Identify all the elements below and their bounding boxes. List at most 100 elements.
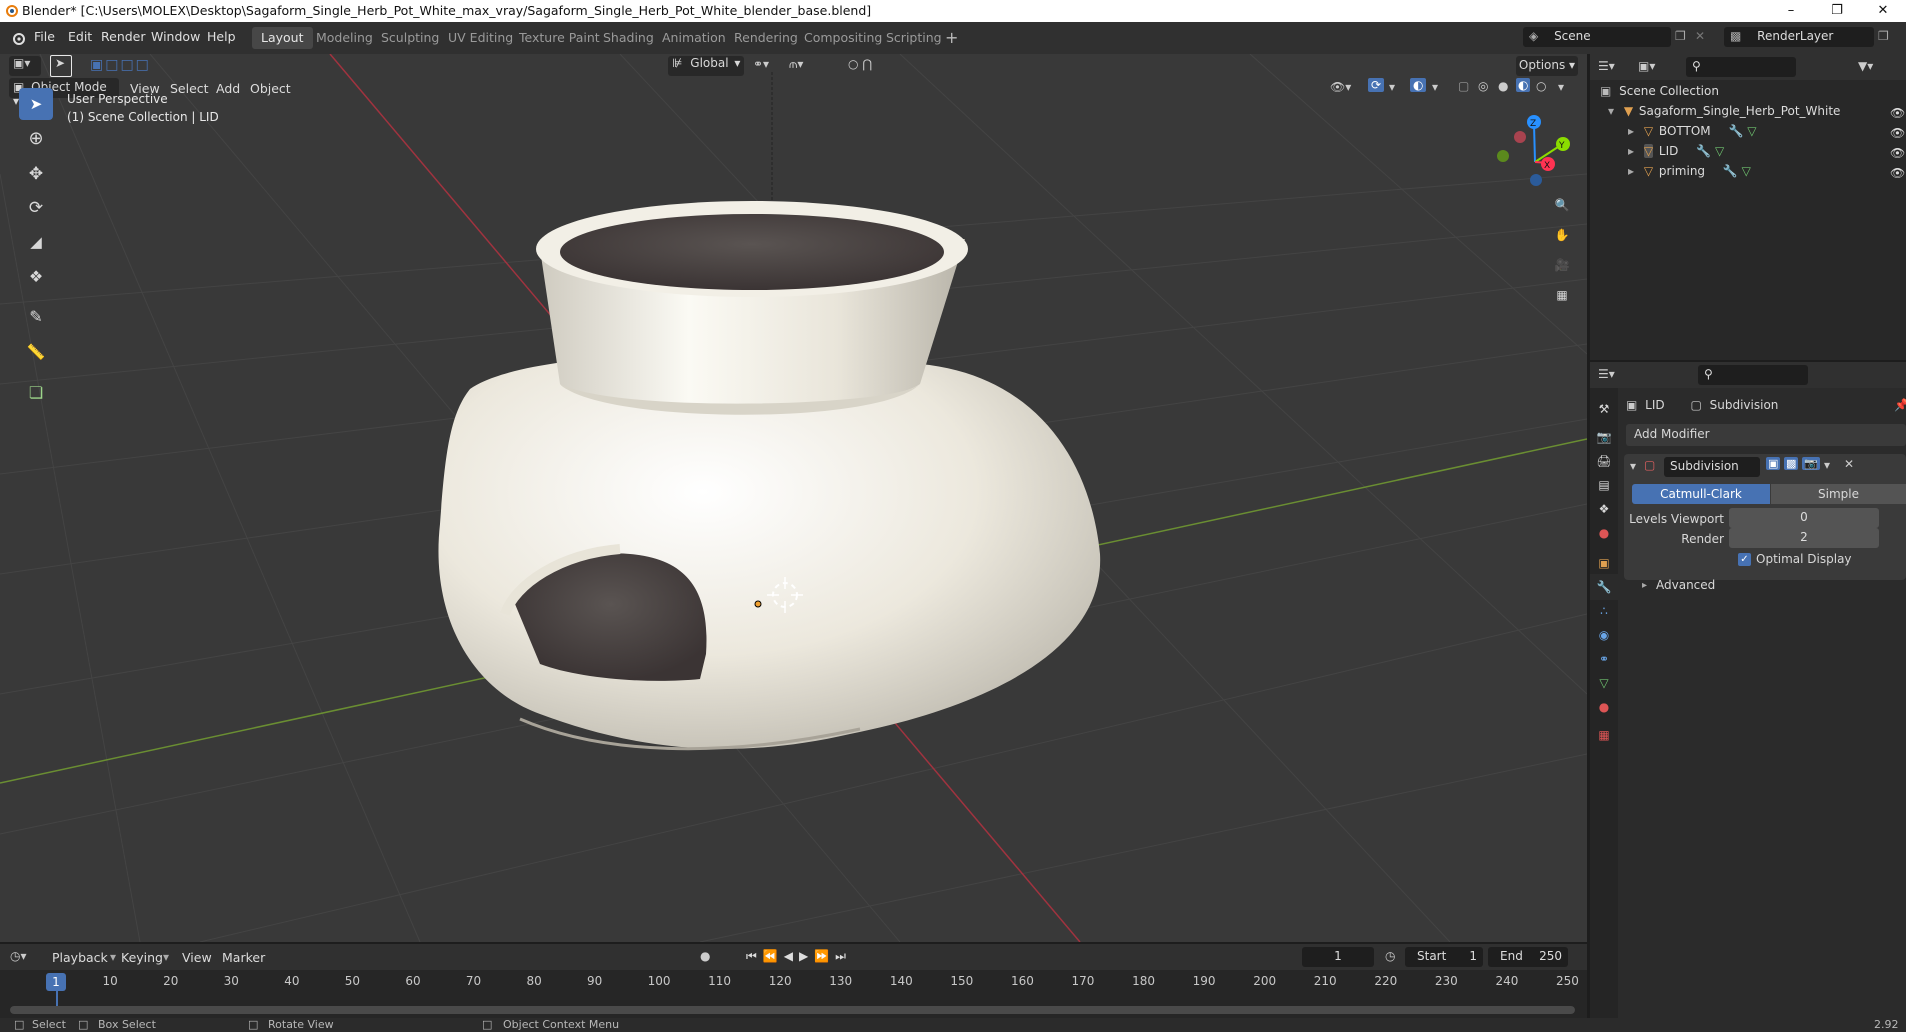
object-tab[interactable]: ▣ <box>1590 550 1618 576</box>
blender-menu-icon[interactable] <box>10 30 26 46</box>
pan-button[interactable]: ✋ <box>1549 222 1575 248</box>
menu-window[interactable]: Window <box>151 29 200 44</box>
collapse-arrow-icon[interactable]: ▾ <box>1630 459 1636 473</box>
navigation-gizmo[interactable]: Z Y X <box>1497 115 1570 186</box>
display-mode-icon[interactable]: ▣▾ <box>1638 59 1655 73</box>
eye-icon[interactable]: 👁 <box>1890 106 1905 120</box>
ortho-toggle-button[interactable]: ▦ <box>1549 282 1575 308</box>
camera-view-button[interactable]: 🎥 <box>1549 252 1575 278</box>
solid-shading-icon[interactable]: ● <box>1498 79 1508 93</box>
close-window-button[interactable]: ✕ <box>1860 0 1906 22</box>
eye-icon[interactable]: 👁 <box>1890 146 1905 160</box>
tab-sculpting[interactable]: Sculpting <box>372 27 448 49</box>
shading-dropdown[interactable]: ▾ <box>1558 80 1564 94</box>
clock-icon[interactable]: ◷ <box>1385 949 1395 963</box>
visibility-icon[interactable]: 👁▾ <box>1330 80 1351 94</box>
tab-modeling[interactable]: Modeling <box>307 27 382 49</box>
render-toggle-icon[interactable]: 📷 <box>1802 457 1820 470</box>
end-frame-field[interactable]: End 250 <box>1488 947 1568 967</box>
particles-tab[interactable]: ∴ <box>1590 598 1618 624</box>
options-dropdown[interactable]: Options ▾ <box>1516 56 1578 76</box>
playback-controls[interactable]: ⏮⏪◀▶⏩⏭ <box>746 949 852 964</box>
properties-search[interactable]: ⚲ <box>1698 365 1808 385</box>
tab-layout[interactable]: Layout <box>252 27 313 49</box>
frame-ruler[interactable]: 1 10 20 30 40 50 60 70 80 90 100 110 120 130 140 150 16… <box>0 970 1587 1018</box>
menu-file[interactable]: File <box>34 29 55 44</box>
simple-button[interactable]: Simple <box>1771 484 1906 504</box>
current-frame-field[interactable]: 1 <box>1302 947 1374 967</box>
modifier-menu-icon[interactable]: ▾ <box>1824 458 1830 472</box>
data-tab[interactable]: ▽ <box>1590 670 1618 696</box>
eye-icon[interactable]: 👁 <box>1890 126 1905 140</box>
output-tab[interactable]: 🖨 <box>1590 448 1618 474</box>
overlay-dropdown[interactable]: ▾ <box>1432 80 1438 94</box>
add-cube-tool[interactable]: ❏ <box>19 376 53 408</box>
annotate-tool[interactable]: ✎ <box>19 300 53 332</box>
physics-tab[interactable]: ◉ <box>1590 622 1618 648</box>
timeline-type-icon[interactable]: ◷▾ <box>10 949 27 963</box>
overlay-toggle-icon[interactable]: ◐ <box>1410 78 1427 92</box>
filter-icon[interactable]: ▼▾ <box>1858 59 1873 73</box>
add-workspace-button[interactable]: + <box>945 28 958 47</box>
material-tab[interactable]: ● <box>1590 694 1618 720</box>
outliner-scene-collection[interactable]: ▣ Scene Collection <box>1590 84 1906 104</box>
rotate-tool[interactable]: ⟳ <box>19 192 53 224</box>
render-levels-field[interactable]: 2 <box>1729 528 1879 548</box>
cursor-tool[interactable]: ⊕ <box>19 122 53 154</box>
edit-mode-toggle-icon[interactable]: ▣ <box>1766 457 1781 470</box>
render-layer-selector[interactable]: ▩ RenderLayer <box>1724 27 1874 47</box>
record-icon[interactable]: ● <box>700 949 710 963</box>
modifier-name-field[interactable]: Subdivision <box>1664 457 1760 477</box>
constraints-tab[interactable]: ⚭ <box>1590 646 1618 672</box>
timeline-scrollbar[interactable] <box>10 1006 1575 1014</box>
world-tab[interactable]: ● <box>1590 520 1618 546</box>
select-tool-button[interactable]: ➤ <box>50 55 72 77</box>
wireframe-shading-icon[interactable]: ◎ <box>1478 79 1488 93</box>
transform-tool[interactable]: ❖ <box>19 260 53 292</box>
viewport-toggle-icon[interactable]: ▩ <box>1784 457 1799 470</box>
new-scene-icon[interactable]: ❐ <box>1675 29 1686 43</box>
3d-viewport[interactable]: Z Y X ▣▾ ➤ ▣□□□ ⊯ Global ▾ ⚭▾ ⫙▾ ○ ⋂ Opt… <box>0 54 1587 942</box>
new-layer-icon[interactable]: ❐ <box>1878 29 1889 43</box>
rendered-shading-icon[interactable]: ○ <box>1536 79 1546 93</box>
playhead[interactable]: 1 <box>46 973 66 991</box>
properties-type-icon[interactable]: ☰▾ <box>1598 367 1615 381</box>
add-modifier-button[interactable]: Add Modifier <box>1626 424 1906 446</box>
timeline-menu-keying[interactable]: Keying <box>121 950 163 965</box>
timeline-menu-view[interactable]: View <box>182 950 212 965</box>
viewport-menu-object[interactable]: Object <box>250 81 291 96</box>
eye-icon[interactable]: 👁 <box>1890 166 1905 180</box>
restore-button[interactable]: ❐ <box>1814 0 1860 22</box>
transform-orientation[interactable]: ⊯ Global ▾ <box>668 56 744 76</box>
timeline-menu-marker[interactable]: Marker <box>222 950 265 965</box>
editor-type-button[interactable]: ▣▾ <box>9 56 41 76</box>
selection-mode-buttons[interactable]: ▣□□□ <box>90 57 151 73</box>
proportional-edit-icon[interactable]: ○ ⋂ <box>848 57 872 71</box>
scene-tab[interactable]: ❖ <box>1590 496 1618 522</box>
levels-viewport-field[interactable]: 0 <box>1729 508 1879 528</box>
outliner-search[interactable]: ⚲ <box>1686 57 1796 77</box>
snap-icon[interactable]: ⫙▾ <box>789 57 803 72</box>
scene-selector[interactable]: ◈ Scene <box>1523 27 1671 47</box>
remove-scene-icon[interactable]: ✕ <box>1695 29 1705 43</box>
measure-tool[interactable]: 📏 <box>19 336 53 368</box>
tool-tab[interactable]: ⚒ <box>1590 396 1618 422</box>
remove-modifier-icon[interactable]: ✕ <box>1844 457 1854 471</box>
outliner-object-row[interactable]: ▸ ▽ priming 🔧 ▽ <box>1590 164 1906 184</box>
select-box-tool[interactable]: ➤ <box>19 88 53 120</box>
scale-tool[interactable]: ◢ <box>19 226 53 258</box>
texture-tab[interactable]: ▦ <box>1590 722 1618 748</box>
menu-edit[interactable]: Edit <box>68 29 92 44</box>
advanced-subpanel[interactable]: Advanced <box>1656 578 1715 592</box>
tab-animation[interactable]: Animation <box>653 27 735 49</box>
move-tool[interactable]: ✥ <box>19 158 53 190</box>
outliner-object-row[interactable]: ▸ ▽ BOTTOM 🔧 ▽ <box>1590 124 1906 144</box>
pivot-icon[interactable]: ⚭▾ <box>753 57 769 71</box>
gizmo-toggle-icon[interactable]: ⟳ <box>1368 78 1385 92</box>
tab-scripting[interactable]: Scripting <box>877 27 951 49</box>
zoom-button[interactable]: 🔍 <box>1549 192 1575 218</box>
viewport-menu-add[interactable]: Add <box>216 81 240 96</box>
timeline-menu-playback[interactable]: Playback <box>52 950 108 965</box>
viewport-canvas[interactable]: Z Y X <box>0 54 1587 942</box>
menu-render[interactable]: Render <box>101 29 146 44</box>
